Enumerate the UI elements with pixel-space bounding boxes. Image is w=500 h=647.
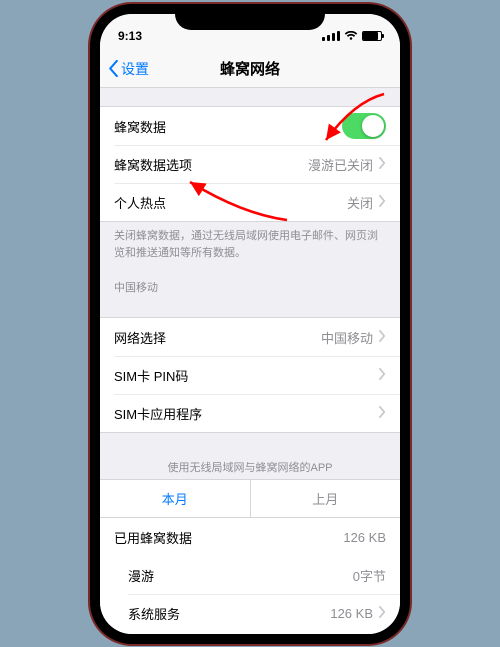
screen: 9:13 设置 蜂窝网络 蜂窝数据 蜂窝数据选项 (100, 14, 400, 634)
chevron-right-icon (379, 330, 386, 345)
carrier-header: 中国移动 (100, 261, 400, 299)
group-carrier: 网络选择 中国移动 SIM卡 PIN码 SIM卡应用程序 (100, 317, 400, 433)
network-select-row[interactable]: 网络选择 中国移动 (100, 318, 400, 356)
network-select-value: 中国移动 (321, 328, 373, 347)
used-data-label: 已用蜂窝数据 (114, 528, 192, 547)
tab-this-month[interactable]: 本月 (100, 480, 251, 517)
chevron-right-icon (379, 406, 386, 421)
signal-icon (322, 31, 340, 41)
group-usage: 已用蜂窝数据 126 KB 漫游 0字节 系统服务 126 KB (100, 518, 400, 634)
nav-bar: 设置 蜂窝网络 (100, 50, 400, 88)
app-iqiyi-row[interactable]: 爱奇艺 WLAN与蜂窝网络 (100, 632, 400, 634)
sim-apps-row[interactable]: SIM卡应用程序 (100, 394, 400, 432)
back-button[interactable]: 设置 (108, 59, 149, 79)
roaming-label: 漫游 (128, 566, 154, 585)
usage-tabs: 本月 上月 (100, 479, 400, 518)
cellular-data-toggle[interactable] (342, 113, 386, 139)
cellular-options-value: 漫游已关闭 (308, 155, 373, 174)
cellular-options-row[interactable]: 蜂窝数据选项 漫游已关闭 (100, 145, 400, 183)
roaming-row: 漫游 0字节 (100, 556, 400, 594)
used-data-value: 126 KB (343, 530, 386, 545)
tab-last-month[interactable]: 上月 (251, 480, 401, 517)
personal-hotspot-value: 关闭 (347, 193, 373, 212)
notch (175, 4, 325, 30)
content-scroll[interactable]: 蜂窝数据 蜂窝数据选项 漫游已关闭 个人热点 关闭 (100, 88, 400, 634)
cellular-data-label: 蜂窝数据 (114, 117, 166, 136)
cellular-options-label: 蜂窝数据选项 (114, 155, 192, 174)
status-time: 9:13 (118, 29, 142, 43)
used-data-row: 已用蜂窝数据 126 KB (100, 518, 400, 556)
cellular-data-row[interactable]: 蜂窝数据 (100, 107, 400, 145)
chevron-right-icon (379, 195, 386, 210)
battery-icon (362, 31, 382, 41)
sim-pin-row[interactable]: SIM卡 PIN码 (100, 356, 400, 394)
wifi-icon (344, 31, 358, 41)
personal-hotspot-label: 个人热点 (114, 193, 166, 212)
status-indicators (322, 31, 382, 41)
system-services-row[interactable]: 系统服务 126 KB (100, 594, 400, 632)
personal-hotspot-row[interactable]: 个人热点 关闭 (100, 183, 400, 221)
system-services-value: 126 KB (330, 606, 373, 621)
chevron-right-icon (379, 606, 386, 621)
network-select-label: 网络选择 (114, 328, 166, 347)
chevron-right-icon (379, 157, 386, 172)
group-cellular: 蜂窝数据 蜂窝数据选项 漫游已关闭 个人热点 关闭 (100, 106, 400, 222)
chevron-right-icon (379, 368, 386, 383)
cellular-footer-note: 关闭蜂窝数据，通过无线局域网使用电子邮件、网页浏览和推送通知等所有数据。 (100, 222, 400, 261)
sim-apps-label: SIM卡应用程序 (114, 404, 202, 423)
back-label: 设置 (121, 59, 149, 79)
app-usage-header: 使用无线局域网与蜂窝网络的APP (100, 433, 400, 479)
chevron-left-icon (108, 60, 119, 77)
sim-pin-label: SIM卡 PIN码 (114, 366, 188, 385)
phone-frame: 9:13 设置 蜂窝网络 蜂窝数据 蜂窝数据选项 (90, 4, 410, 644)
roaming-value: 0字节 (353, 566, 386, 585)
system-services-label: 系统服务 (128, 604, 180, 623)
